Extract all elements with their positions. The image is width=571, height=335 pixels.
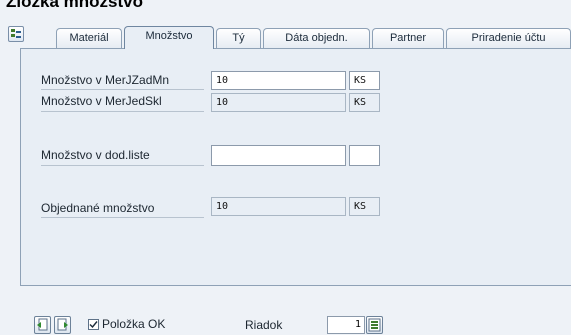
qty-delivery-note-input[interactable] bbox=[211, 145, 346, 166]
tab-strip: Materiál Množstvo Tý Dáta objedn. Partne… bbox=[40, 26, 571, 49]
row-label: Riadok bbox=[245, 318, 283, 332]
tab-label: Priradenie účtu bbox=[471, 32, 546, 44]
tree-toggle-icon[interactable] bbox=[8, 26, 24, 42]
tab-partner[interactable]: Partner bbox=[372, 28, 444, 48]
tab-label: Tý bbox=[232, 32, 245, 44]
qty-stock-unit-unit-field: KS bbox=[349, 93, 380, 112]
item-detail-screen: Zložka množstvo Materiál Množstvo Tý Dát… bbox=[0, 0, 571, 335]
item-ok-checkbox[interactable] bbox=[88, 319, 99, 330]
screen-title: Zložka množstvo bbox=[6, 0, 143, 11]
tab-label: Partner bbox=[389, 32, 427, 44]
qty-stock-unit-field: 10 bbox=[211, 93, 346, 112]
tab-label: Množstvo bbox=[145, 30, 193, 42]
qty-ordered-label: Objednané množstvo bbox=[41, 201, 155, 215]
qty-ordered-unit-field: KS bbox=[349, 197, 380, 216]
qty-order-unit-unit-input[interactable]: KS bbox=[349, 71, 380, 90]
tab-label: Materiál bbox=[69, 32, 109, 44]
qty-order-unit-label: Množstvo v MerJZadMn bbox=[41, 73, 170, 87]
next-item-icon[interactable] bbox=[54, 316, 71, 334]
item-footer: Položka OK Riadok 1 bbox=[0, 286, 571, 335]
row-select-icon[interactable] bbox=[366, 316, 383, 334]
tab-order-data[interactable]: Dáta objedn. bbox=[263, 28, 370, 48]
qty-delivery-note-unit-input[interactable] bbox=[349, 145, 380, 166]
tab-quantity[interactable]: Množstvo bbox=[124, 26, 214, 49]
label-underline bbox=[41, 165, 204, 166]
label-underline bbox=[41, 217, 204, 218]
qty-order-unit-input[interactable]: 10 bbox=[211, 71, 346, 90]
tab-account-assignment[interactable]: Priradenie účtu bbox=[446, 28, 571, 48]
label-underline bbox=[41, 111, 204, 112]
qty-delivery-note-label: Množstvo v dod.liste bbox=[41, 148, 150, 162]
qty-ordered-field: 10 bbox=[211, 197, 346, 216]
previous-item-icon[interactable] bbox=[34, 316, 51, 334]
item-ok-label: Položka OK bbox=[102, 317, 166, 331]
tab-material[interactable]: Materiál bbox=[56, 28, 122, 48]
tab-ty[interactable]: Tý bbox=[216, 28, 261, 48]
row-number-input[interactable]: 1 bbox=[327, 316, 365, 334]
label-underline bbox=[41, 89, 204, 90]
qty-stock-unit-label: Množstvo v MerJedSkl bbox=[41, 94, 162, 108]
tab-label: Dáta objedn. bbox=[285, 32, 348, 44]
